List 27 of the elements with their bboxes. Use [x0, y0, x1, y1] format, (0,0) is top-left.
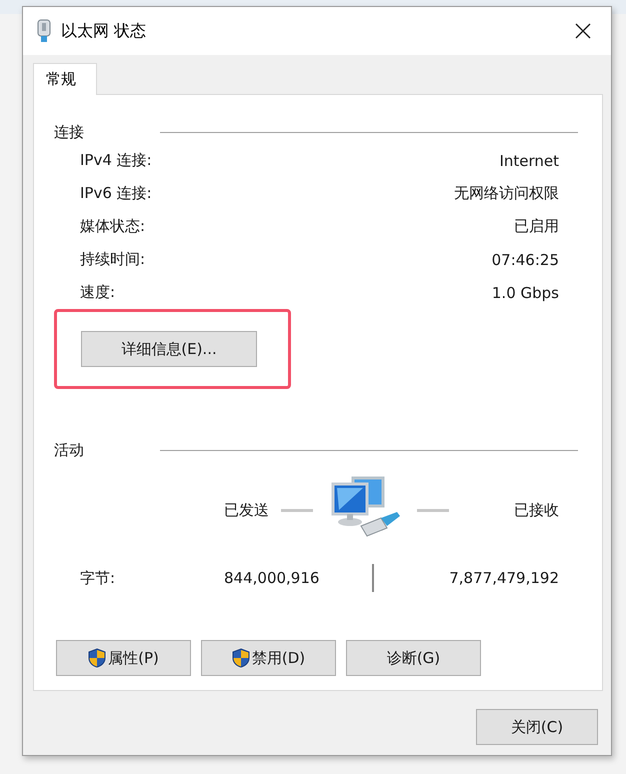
field-label: IPv6 连接:: [80, 184, 152, 203]
received-label: 已接收: [514, 500, 559, 520]
sent-label: 已发送: [224, 500, 269, 520]
field-label: 持续时间:: [80, 250, 146, 269]
action-button[interactable]: 禁用(D): [201, 640, 336, 676]
section-heading: 连接: [54, 123, 85, 142]
section-heading: 活动: [54, 441, 85, 460]
field-label: 媒体状态:: [80, 217, 146, 236]
field-label: 速度:: [80, 283, 116, 302]
bytes-label: 字节:: [80, 568, 116, 588]
shield-icon: [88, 648, 106, 668]
action-button[interactable]: 诊断(G): [346, 640, 481, 676]
ethernet-plug-icon: [37, 19, 51, 43]
shield-icon: [232, 648, 250, 668]
tab[interactable]: 常规: [33, 63, 97, 95]
field-value: 1.0 Gbps: [492, 284, 559, 302]
field-value: Internet: [499, 152, 559, 170]
received-bytes: 7,877,479,192: [449, 569, 559, 587]
sent-bytes: 844,000,916: [224, 569, 320, 587]
field-value: 已启用: [514, 217, 559, 236]
action-button[interactable]: 属性(P): [56, 640, 191, 676]
field-value: 07:46:25: [492, 250, 559, 268]
details-button[interactable]: 详细信息(E)...: [81, 331, 257, 367]
field-label: IPv4 连接:: [80, 151, 152, 170]
field-value: 无网络访问权限: [454, 184, 559, 203]
window-title: 以太网 状态: [61, 20, 148, 42]
close-button[interactable]: 关闭(C): [476, 709, 598, 745]
